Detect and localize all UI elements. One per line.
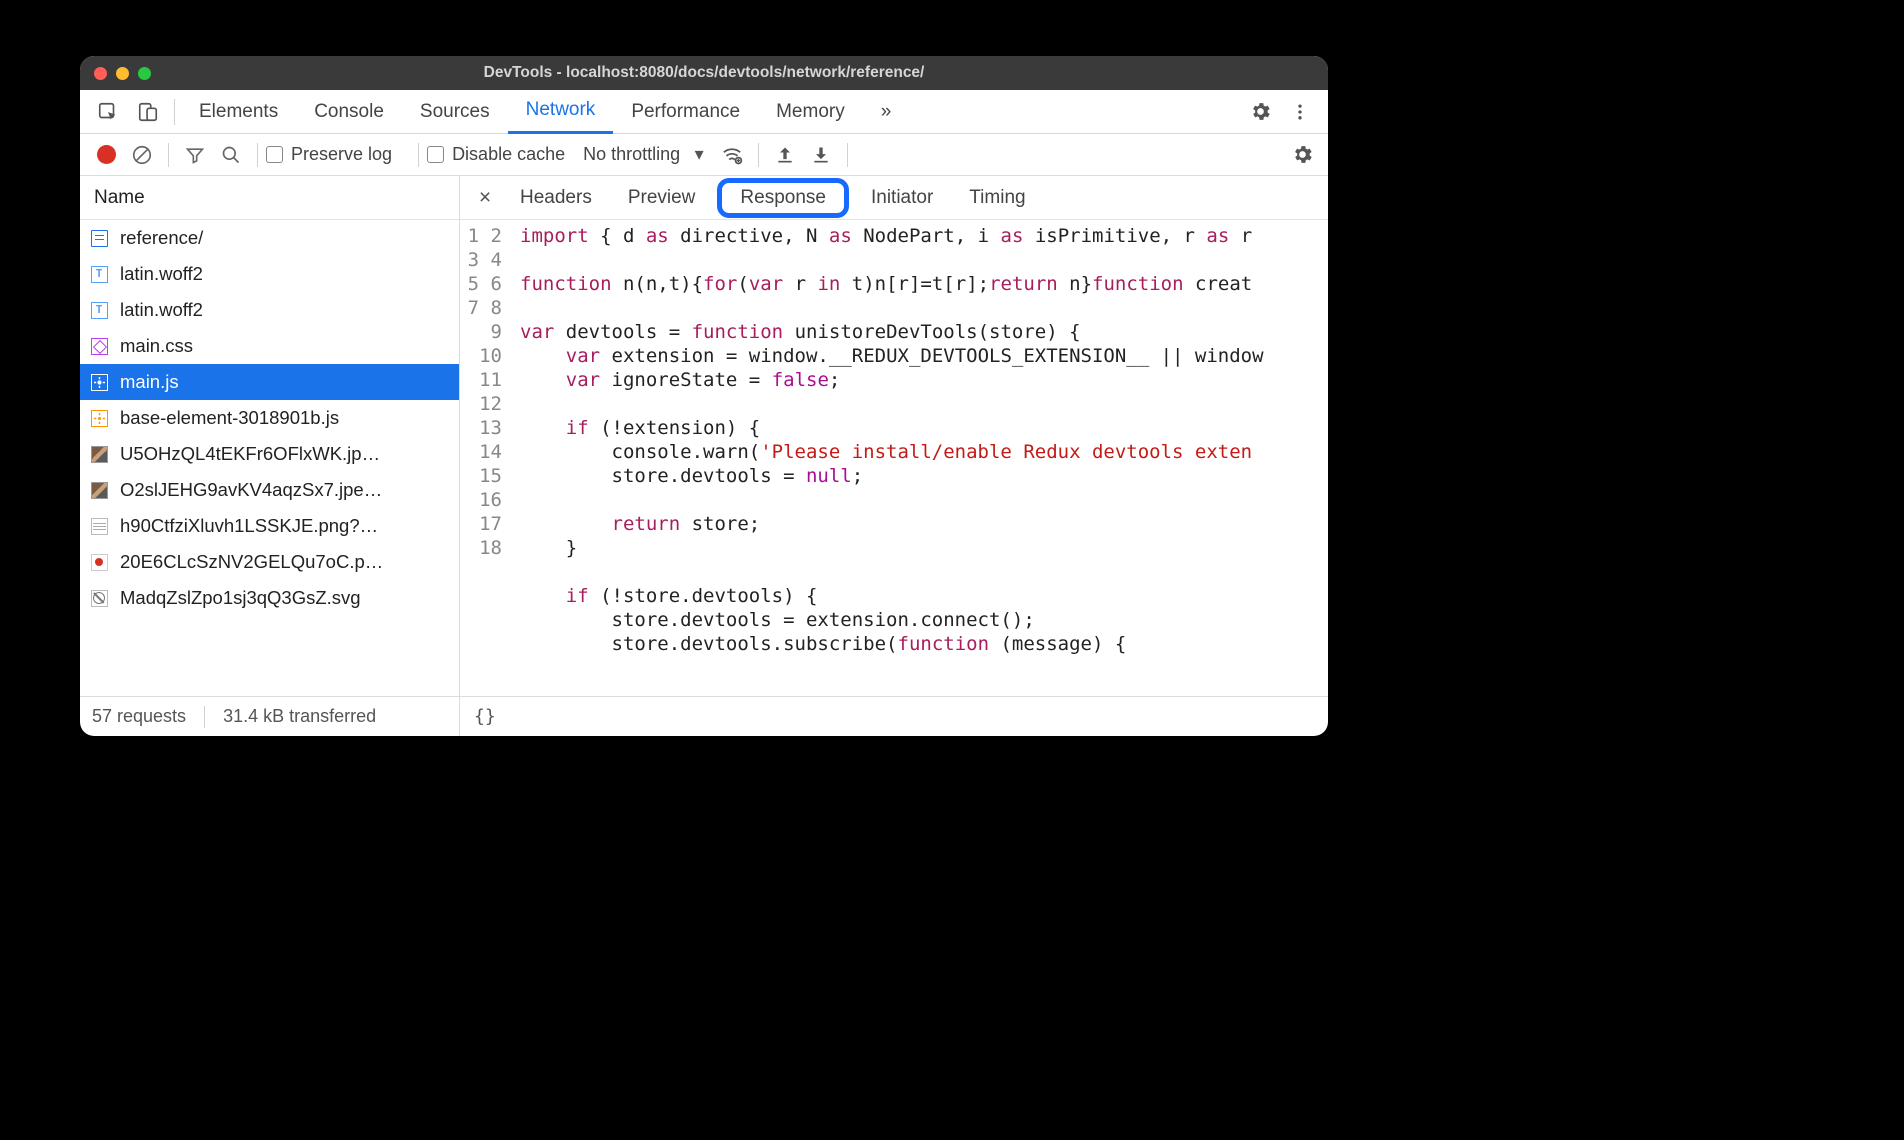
file-type-icon bbox=[90, 445, 108, 463]
request-list-header[interactable]: Name bbox=[80, 176, 459, 220]
file-type-icon bbox=[90, 229, 108, 247]
request-name: O2slJEHG9avKV4aqzSx7.jpe… bbox=[120, 479, 382, 501]
tab-elements[interactable]: Elements bbox=[181, 90, 296, 134]
detail-tab-preview[interactable]: Preview bbox=[610, 178, 714, 218]
file-type-icon bbox=[90, 481, 108, 499]
request-name: latin.woff2 bbox=[120, 299, 203, 321]
tabs-overflow-button[interactable]: » bbox=[863, 90, 910, 134]
window-title: DevTools - localhost:8080/docs/devtools/… bbox=[80, 64, 1328, 82]
request-name: 20E6CLcSzNV2GELQu7oC.p… bbox=[120, 551, 383, 573]
tab-network[interactable]: Network bbox=[508, 90, 614, 134]
tab-sources[interactable]: Sources bbox=[402, 90, 508, 134]
request-row[interactable]: U5OHzQL4tEKFr6OFlxWK.jp… bbox=[80, 436, 459, 472]
request-name: base-element-3018901b.js bbox=[120, 407, 339, 429]
inspect-element-icon[interactable] bbox=[88, 92, 128, 132]
request-row[interactable]: h90CtfziXluvh1LSSKJE.png?… bbox=[80, 508, 459, 544]
detail-tab-response[interactable]: Response bbox=[717, 178, 849, 218]
request-name: h90CtfziXluvh1LSSKJE.png?… bbox=[120, 515, 378, 537]
request-row[interactable]: Tlatin.woff2 bbox=[80, 256, 459, 292]
request-count: 57 requests bbox=[92, 706, 186, 727]
request-detail-panel: × HeadersPreviewResponseInitiatorTiming … bbox=[460, 176, 1328, 736]
request-name: U5OHzQL4tEKFr6OFlxWK.jp… bbox=[120, 443, 380, 465]
request-name: main.css bbox=[120, 335, 193, 357]
request-name: main.js bbox=[120, 371, 179, 393]
request-row[interactable]: main.css bbox=[80, 328, 459, 364]
close-detail-icon[interactable]: × bbox=[468, 186, 502, 210]
request-row[interactable]: main.js bbox=[80, 364, 459, 400]
window-controls bbox=[80, 67, 151, 80]
network-conditions-icon[interactable] bbox=[714, 137, 750, 173]
transferred-size: 31.4 kB transferred bbox=[223, 706, 376, 727]
file-type-icon bbox=[90, 373, 108, 391]
preserve-log-checkbox[interactable]: Preserve log bbox=[266, 144, 392, 165]
source-code[interactable]: import { d as directive, N as NodePart, … bbox=[510, 220, 1328, 696]
main-tabs: ElementsConsoleSourcesNetworkPerformance… bbox=[80, 90, 1328, 134]
request-name: reference/ bbox=[120, 227, 203, 249]
record-button[interactable] bbox=[88, 137, 124, 173]
file-type-icon bbox=[90, 553, 108, 571]
detail-tab-initiator[interactable]: Initiator bbox=[853, 178, 951, 218]
request-row[interactable]: MadqZslZpo1sj3qQ3GsZ.svg bbox=[80, 580, 459, 616]
request-row[interactable]: reference/ bbox=[80, 220, 459, 256]
minimize-window-button[interactable] bbox=[116, 67, 129, 80]
request-name: MadqZslZpo1sj3qQ3GsZ.svg bbox=[120, 587, 361, 609]
filter-icon[interactable] bbox=[177, 137, 213, 173]
detail-tabs: × HeadersPreviewResponseInitiatorTiming bbox=[460, 176, 1328, 220]
request-row[interactable]: 20E6CLcSzNV2GELQu7oC.p… bbox=[80, 544, 459, 580]
request-name: latin.woff2 bbox=[120, 263, 203, 285]
disable-cache-checkbox[interactable]: Disable cache bbox=[427, 144, 565, 165]
devtools-window: DevTools - localhost:8080/docs/devtools/… bbox=[80, 56, 1328, 736]
network-settings-icon[interactable] bbox=[1284, 137, 1320, 173]
file-type-icon bbox=[90, 409, 108, 427]
close-window-button[interactable] bbox=[94, 67, 107, 80]
file-type-icon: T bbox=[90, 301, 108, 319]
request-row[interactable]: O2slJEHG9avKV4aqzSx7.jpe… bbox=[80, 472, 459, 508]
settings-icon[interactable] bbox=[1240, 92, 1280, 132]
file-type-icon bbox=[90, 589, 108, 607]
tab-performance[interactable]: Performance bbox=[613, 90, 758, 134]
detail-tab-headers[interactable]: Headers bbox=[502, 178, 610, 218]
tab-console[interactable]: Console bbox=[296, 90, 402, 134]
detail-tab-timing[interactable]: Timing bbox=[951, 178, 1043, 218]
download-har-icon[interactable] bbox=[803, 137, 839, 173]
response-code-view: 1 2 3 4 5 6 7 8 9 10 11 12 13 14 15 16 1… bbox=[460, 220, 1328, 696]
format-button[interactable]: {} bbox=[460, 696, 1328, 736]
request-list-panel: Name reference/Tlatin.woff2Tlatin.woff2m… bbox=[80, 176, 460, 736]
clear-button[interactable] bbox=[124, 137, 160, 173]
throttling-select[interactable]: No throttling ▾ bbox=[583, 144, 708, 165]
tab-memory[interactable]: Memory bbox=[758, 90, 863, 134]
line-gutter: 1 2 3 4 5 6 7 8 9 10 11 12 13 14 15 16 1… bbox=[460, 220, 510, 696]
device-toggle-icon[interactable] bbox=[128, 92, 168, 132]
network-toolbar: Preserve log Disable cache No throttling… bbox=[80, 134, 1328, 176]
file-type-icon bbox=[90, 517, 108, 535]
network-summary: 57 requests 31.4 kB transferred bbox=[80, 696, 459, 736]
maximize-window-button[interactable] bbox=[138, 67, 151, 80]
titlebar: DevTools - localhost:8080/docs/devtools/… bbox=[80, 56, 1328, 90]
file-type-icon: T bbox=[90, 265, 108, 283]
search-icon[interactable] bbox=[213, 137, 249, 173]
kebab-menu-icon[interactable] bbox=[1280, 92, 1320, 132]
request-row[interactable]: base-element-3018901b.js bbox=[80, 400, 459, 436]
request-row[interactable]: Tlatin.woff2 bbox=[80, 292, 459, 328]
file-type-icon bbox=[90, 337, 108, 355]
upload-har-icon[interactable] bbox=[767, 137, 803, 173]
